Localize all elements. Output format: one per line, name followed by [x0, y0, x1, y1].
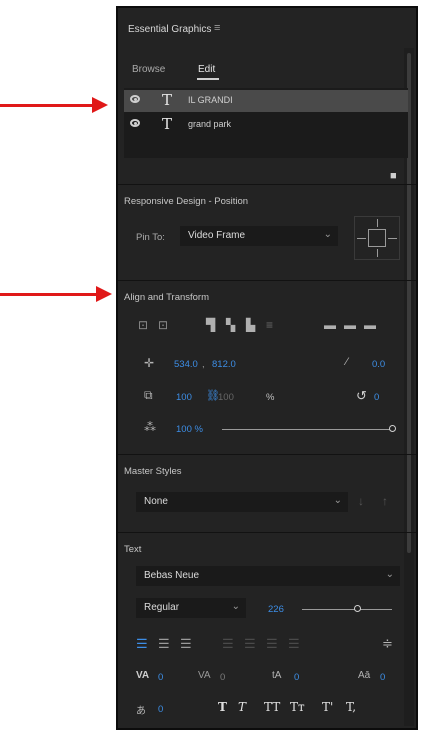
pin-to-value: Video Frame — [188, 230, 246, 241]
scale-unit: % — [266, 392, 275, 403]
layer-row[interactable]: T grand park — [124, 114, 408, 136]
text-wrap-icon[interactable]: ≑ — [382, 636, 393, 652]
active-tab-indicator — [197, 78, 219, 80]
position-icon: ✛ — [144, 356, 155, 370]
align-left-icon[interactable]: ▬ — [324, 318, 336, 332]
tab-edit[interactable]: Edit — [198, 64, 215, 75]
font-style-dropdown[interactable]: Regular ⌄ — [136, 598, 246, 618]
eye-icon[interactable] — [130, 119, 140, 127]
layers-list: T IL GRANDI T grand park — [124, 88, 408, 158]
responsive-design-title: Responsive Design - Position — [124, 196, 249, 207]
justify-right-icon[interactable]: ☰ — [266, 636, 278, 652]
distribute-icon[interactable]: ≡ — [266, 318, 273, 332]
align-top-icon[interactable]: ▜ — [206, 318, 215, 332]
align-buttons-row: ⊡ ⊡ ▜ ▚ ▙ ≡ ▬ ▬ ▬ — [138, 318, 404, 334]
new-layer-icon[interactable]: ■ — [390, 170, 397, 182]
align-bottom-icon[interactable]: ▙ — [246, 318, 255, 332]
paragraph-align-row: ☰ ☰ ☰ ☰ ☰ ☰ ☰ ≑ — [136, 636, 402, 652]
tracking-value[interactable]: 0 — [220, 672, 225, 683]
tsume-icon: あ — [136, 706, 146, 717]
rotation-value[interactable]: 0 — [374, 392, 379, 403]
font-size-value[interactable]: 226 — [268, 604, 284, 615]
pin-to-label: Pin To: — [136, 232, 165, 243]
tab-browse[interactable]: Browse — [132, 64, 165, 75]
layer-row-selected[interactable]: T IL GRANDI — [124, 90, 408, 112]
justify-center-icon[interactable]: ☰ — [244, 636, 256, 652]
leading-value[interactable]: 0 — [294, 672, 299, 683]
kerning-icon: VA — [136, 670, 150, 681]
chevron-down-icon: ⌄ — [333, 495, 342, 506]
kerning-value[interactable]: 0 — [158, 672, 163, 683]
align-horizontal-center-icon[interactable]: ⊡ — [158, 318, 168, 332]
pin-to-dropdown[interactable]: Video Frame ⌄ — [180, 226, 338, 246]
align-text-right-icon[interactable]: ☰ — [180, 636, 192, 652]
master-styles-dropdown[interactable]: None ⌄ — [136, 492, 348, 512]
scale-width-value[interactable]: 100 — [176, 392, 192, 403]
push-down-icon[interactable]: ↓ — [358, 494, 364, 508]
faux-italic-button[interactable]: T — [238, 700, 246, 714]
pin-position-widget[interactable] — [354, 216, 400, 260]
scale-height-value[interactable]: 100 — [218, 392, 234, 403]
leading-icon: tA — [272, 670, 282, 681]
master-styles-value: None — [144, 496, 168, 507]
opacity-slider-knob[interactable] — [389, 425, 396, 432]
opacity-icon: ⁂ — [144, 420, 156, 434]
baseline-value[interactable]: 0 — [380, 672, 385, 683]
pin-center-box[interactable] — [368, 229, 386, 247]
anchor-icon: ⁄ — [346, 356, 348, 368]
text-layer-icon: T — [162, 91, 173, 109]
small-caps-button[interactable]: Tт — [290, 700, 305, 714]
align-vertical-center-icon[interactable]: ⊡ — [138, 318, 148, 332]
subscript-button[interactable]: T, — [346, 700, 356, 714]
chevron-down-icon: ⌄ — [323, 229, 332, 240]
master-styles-title: Master Styles — [124, 466, 182, 477]
layer-name: IL GRANDI — [188, 95, 233, 105]
baseline-shift-icon: Aā — [358, 670, 371, 681]
align-text-left-icon[interactable]: ☰ — [136, 636, 148, 652]
panel-title: Essential Graphics — [128, 24, 212, 35]
font-size-slider-track[interactable] — [302, 609, 392, 610]
scale-icon: ⧉ — [144, 388, 153, 402]
essential-graphics-panel: Essential Graphics ≡ Browse Edit T IL GR… — [116, 6, 418, 730]
font-style-value: Regular — [144, 602, 180, 613]
align-text-center-icon[interactable]: ☰ — [158, 636, 170, 652]
rotation-icon: ↺ — [356, 388, 367, 403]
faux-bold-button[interactable]: T — [218, 700, 227, 714]
chevron-down-icon: ⌄ — [385, 569, 394, 580]
tracking-icon: VA — [198, 670, 211, 681]
superscript-button[interactable]: T' — [322, 700, 333, 714]
opacity-value[interactable]: 100 % — [176, 424, 203, 435]
layer-name: grand park — [188, 119, 232, 129]
font-value: Bebas Neue — [144, 570, 200, 581]
all-caps-button[interactable]: TT — [264, 700, 280, 714]
align-middle-icon[interactable]: ▚ — [226, 318, 235, 332]
push-up-icon[interactable]: ↑ — [382, 494, 388, 508]
align-center-icon[interactable]: ▬ — [344, 318, 356, 332]
position-y-value[interactable]: 812.0 — [212, 359, 236, 370]
anchor-value[interactable]: 0.0 — [372, 359, 385, 370]
font-dropdown[interactable]: Bebas Neue ⌄ — [136, 566, 400, 586]
align-transform-title: Align and Transform — [124, 292, 210, 303]
eye-icon[interactable] — [130, 95, 140, 103]
text-layer-icon: T — [162, 115, 173, 133]
tsume-value[interactable]: 0 — [158, 704, 163, 715]
justify-all-icon[interactable]: ☰ — [288, 636, 300, 652]
text-section-title: Text — [124, 544, 142, 555]
align-right-icon[interactable]: ▬ — [364, 318, 376, 332]
panel-menu-icon[interactable]: ≡ — [214, 22, 220, 34]
chevron-down-icon: ⌄ — [231, 601, 240, 612]
opacity-slider-track[interactable] — [222, 429, 390, 430]
justify-left-icon[interactable]: ☰ — [222, 636, 234, 652]
font-size-slider-knob[interactable] — [354, 605, 361, 612]
position-x-value[interactable]: 534.0 — [174, 359, 198, 370]
